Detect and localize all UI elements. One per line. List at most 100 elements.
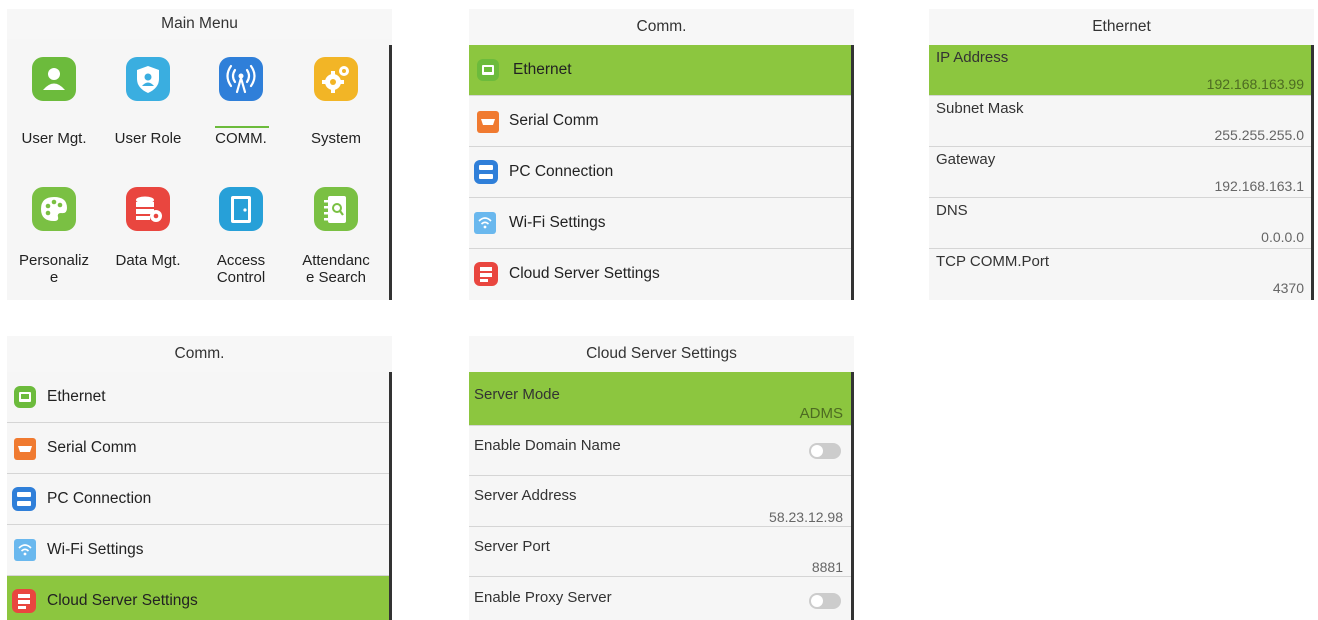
field-label: IP Address [936,49,1009,66]
list-item-label: Cloud Server Settings [47,592,198,609]
wifi-icon [14,539,36,561]
menu-item-attendance-search[interactable]: Attendanc e Search [293,179,379,297]
field-tcp-comm-port[interactable]: TCP COMM.Port 4370 [929,249,1311,300]
selection-underline [215,126,269,128]
menu-item-label: Attendanc e Search [302,252,370,286]
field-dns[interactable]: DNS 0.0.0.0 [929,198,1311,249]
cloud-server-icon [12,589,36,613]
menu-item-label: User Mgt. [21,130,87,147]
field-server-mode[interactable]: Server Mode ADMS [469,372,851,426]
wifi-icon [474,212,496,234]
field-value: ADMS [799,405,843,422]
panel-title: Comm. [7,336,392,373]
scrollbar[interactable] [1311,45,1314,300]
list-item-pc-connection[interactable]: PC Connection [7,474,389,525]
pc-connection-icon [474,160,498,184]
list-item-serial-comm[interactable]: Serial Comm [469,96,851,147]
main-menu-panel: Main Menu User Mgt. User Role COMM. Syst… [7,9,392,300]
serial-port-icon [477,111,499,133]
menu-item-label: COMM. [215,130,267,147]
field-label: DNS [936,202,968,219]
door-icon [219,187,263,231]
field-label: Gateway [936,151,996,168]
menu-item-system[interactable]: System [293,49,379,159]
menu-item-label: Data Mgt. [115,252,181,269]
gears-icon [314,57,358,101]
panel-title: Cloud Server Settings [469,336,854,372]
field-value: 192.168.163.99 [1206,76,1304,92]
field-value: 0.0.0.0 [1261,229,1304,245]
menu-item-data-mgt[interactable]: Data Mgt. [105,179,191,297]
list-item-label: Wi-Fi Settings [47,541,144,558]
cloud-server-icon [474,262,498,286]
cloud-server-panel: Cloud Server Settings Server Mode ADMS E… [469,336,854,620]
list-item-label: Ethernet [513,61,572,78]
menu-item-label: Personaliz e [18,252,90,286]
list-item-label: Serial Comm [509,112,599,129]
menu-item-access-control[interactable]: Access Control [198,179,284,297]
list-item-wifi-settings[interactable]: Wi-Fi Settings [7,525,389,576]
field-ip-address[interactable]: IP Address 192.168.163.99 [929,45,1311,96]
field-gateway[interactable]: Gateway 192.168.163.1 [929,147,1311,198]
list-item-label: Ethernet [47,388,106,405]
field-subnet-mask[interactable]: Subnet Mask 255.255.255.0 [929,96,1311,147]
domain-name-toggle[interactable] [809,443,841,459]
field-label: Subnet Mask [936,100,1024,117]
palette-icon [32,187,76,231]
panel-title: Main Menu [7,9,392,39]
list-item-label: PC Connection [47,490,152,507]
field-value: 58.23.12.98 [769,509,843,525]
field-value: 8881 [811,559,843,575]
comm-panel-top: Comm. Ethernet Serial Comm PC Connection… [469,9,854,300]
list-item-label: PC Connection [509,163,614,180]
menu-item-user-role[interactable]: User Role [105,49,191,159]
list-item-label: Serial Comm [47,439,137,456]
pc-connection-icon [12,487,36,511]
ethernet-icon [14,386,36,408]
field-server-port[interactable]: Server Port 8881 [469,527,851,577]
ethernet-panel: Ethernet IP Address 192.168.163.99 Subne… [929,9,1314,300]
ethernet-icon [477,59,499,81]
field-server-address[interactable]: Server Address 58.23.12.98 [469,476,851,527]
list-item-ethernet[interactable]: Ethernet [7,372,389,423]
antenna-icon [219,57,263,101]
menu-item-label: User Role [114,130,182,147]
field-enable-proxy-server[interactable]: Enable Proxy Server [469,577,851,620]
menu-item-label: System [310,130,361,147]
scrollbar[interactable] [389,372,392,620]
field-label: Server Address [474,487,577,504]
list-item-wifi-settings[interactable]: Wi-Fi Settings [469,198,851,249]
field-label: Enable Proxy Server [474,589,612,606]
serial-port-icon [14,438,36,460]
menu-item-comm[interactable]: COMM. [198,49,284,159]
proxy-server-toggle[interactable] [809,593,841,609]
comm-panel-bottom: Comm. Ethernet Serial Comm PC Connection… [7,336,392,620]
list-item-serial-comm[interactable]: Serial Comm [7,423,389,474]
field-value: 192.168.163.1 [1214,178,1304,194]
menu-item-user-mgt[interactable]: User Mgt. [11,49,97,159]
panel-title: Comm. [469,9,854,46]
list-item-pc-connection[interactable]: PC Connection [469,147,851,198]
field-label: Server Port [474,538,550,555]
scrollbar[interactable] [389,45,392,300]
menu-item-personalize[interactable]: Personaliz e [11,179,97,297]
list-item-cloud-server-settings[interactable]: Cloud Server Settings [469,249,851,300]
notebook-search-icon [314,187,358,231]
database-gear-icon [126,187,170,231]
list-item-label: Cloud Server Settings [509,265,660,282]
field-enable-domain-name[interactable]: Enable Domain Name [469,426,851,476]
scrollbar[interactable] [851,372,854,620]
field-label: Enable Domain Name [474,437,621,454]
field-value: 255.255.255.0 [1214,127,1304,143]
menu-item-label: Access Control [216,252,266,286]
field-label: TCP COMM.Port [936,253,1050,270]
field-label: Server Mode [474,386,560,403]
shield-user-icon [126,57,170,101]
field-value: 4370 [1272,280,1304,296]
scrollbar[interactable] [851,45,854,300]
panel-title: Ethernet [929,9,1314,46]
user-icon [32,57,76,101]
list-item-label: Wi-Fi Settings [509,214,606,231]
list-item-ethernet[interactable]: Ethernet [469,45,851,96]
list-item-cloud-server-settings[interactable]: Cloud Server Settings [7,576,389,620]
